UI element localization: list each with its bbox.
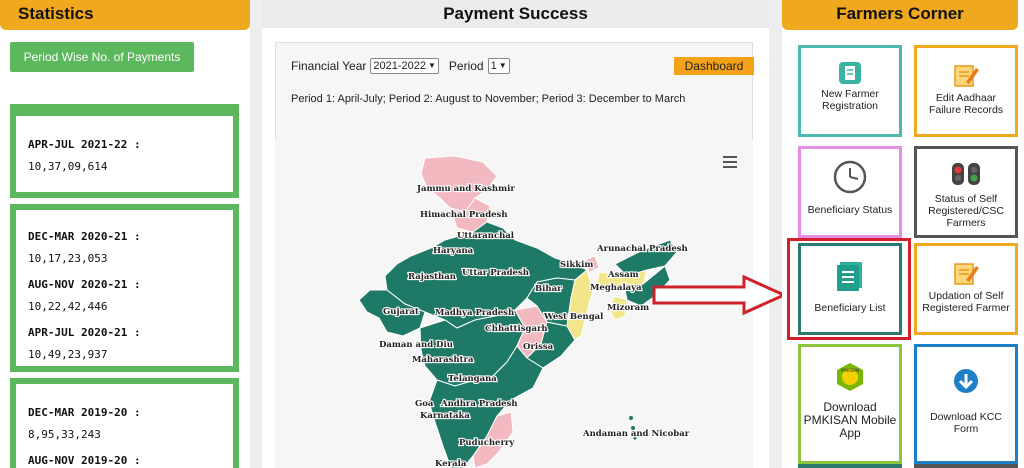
stat-label: DEC-MAR 2019-20 : <box>28 406 141 419</box>
map-label-rajasthan: Rajasthan <box>408 272 456 282</box>
map-label-maharashtra: Maharashtra <box>412 355 474 365</box>
next-card-edge <box>914 464 1018 468</box>
stat-value: 8,95,33,243 <box>28 428 101 441</box>
beneficiary-status-card[interactable]: Beneficiary Status <box>798 146 902 238</box>
statistics-title: Statistics <box>0 0 250 30</box>
edit-icon <box>954 65 979 87</box>
map-label-bihar: Bihar <box>535 284 562 294</box>
financial-year-value: 2021-2022 <box>373 60 426 72</box>
stat-label: APR-JUL 2020-21 : <box>28 326 141 339</box>
stat-label: AUG-NOV 2020-21 : <box>28 278 141 291</box>
stat-value: 10,37,09,614 <box>28 160 108 173</box>
hamburger-menu-icon[interactable] <box>723 156 737 168</box>
financial-year-label: Financial Year <box>291 59 367 73</box>
map-label-andaman: Andaman and Nicobar <box>582 429 690 439</box>
red-arrow-icon <box>652 275 788 315</box>
map-label-orissa: Orissa <box>523 342 554 352</box>
stat-value: 10,17,23,053 <box>28 252 108 265</box>
edit-icon <box>954 263 979 285</box>
card-label: Download PMKISAN Mobile App <box>803 400 897 440</box>
stat-box-1: APR-JUL 2021-22 : 10,37,09,614 <box>10 110 239 198</box>
card-label: Download KCC Form <box>930 411 1002 435</box>
map-label-assam: Assam <box>607 270 639 280</box>
stat-value: 10,49,23,937 <box>28 348 108 361</box>
period-value: 1 <box>490 60 497 72</box>
map-label-sikkim: Sikkim <box>560 260 593 270</box>
clock-icon <box>833 160 867 194</box>
map-label-telangana: Telangana <box>448 374 497 384</box>
traffic-light-icon <box>952 163 980 185</box>
updation-self-registered-card[interactable]: Updation of Self Registered Farmer <box>914 243 1018 335</box>
map-label-daman: Daman and Diu <box>379 340 453 350</box>
download-icon <box>954 369 978 393</box>
card-label: Status of Self Registered/CSC Farmers <box>928 193 1004 229</box>
map-label-mp: Madhya Pradesh <box>435 308 514 318</box>
map-label-arunachal: Arunachal Pradesh <box>596 244 688 254</box>
statistics-panel: Statistics Period Wise No. of Payments A… <box>0 0 250 468</box>
app-icon: PMKISAN <box>837 363 863 391</box>
edit-aadhaar-failure-card[interactable]: Edit Aadhaar Failure Records <box>914 45 1018 137</box>
filter-row: Financial Year 2021-2022 ▼ Period 1 ▼ <box>291 58 510 74</box>
period-label: Period <box>448 59 484 73</box>
map-label-meghalaya: Meghalaya <box>590 283 642 293</box>
svg-text:PMKISAN: PMKISAN <box>841 368 859 373</box>
map-label-karnataka: Karnataka <box>420 411 470 421</box>
map-label-uttaranchal: Uttaranchal <box>457 231 515 241</box>
map-label-kerala: Kerala <box>435 459 467 468</box>
map-label-ap: Andhra Pradesh <box>440 399 518 409</box>
period-select[interactable]: 1 ▼ <box>487 58 510 74</box>
new-farmer-registration-card[interactable]: New Farmer Registration <box>798 45 902 137</box>
status-self-registered-card[interactable]: Status of Self Registered/CSC Farmers <box>914 146 1018 238</box>
stat-box-2: DEC-MAR 2020-21 : 10,17,23,053 AUG-NOV 2… <box>10 204 239 372</box>
form-icon <box>839 62 861 84</box>
stat-label: DEC-MAR 2020-21 : <box>28 230 141 243</box>
period-wise-payments-button[interactable]: Period Wise No. of Payments <box>10 42 194 72</box>
stat-label: AUG-NOV 2019-20 : <box>28 454 141 467</box>
download-kcc-form-card[interactable]: Download KCC Form <box>914 344 1018 464</box>
map-label-mizoram: Mizoram <box>607 303 649 313</box>
payment-success-panel: Payment Success Financial Year 2021-2022… <box>262 0 769 468</box>
stat-label: APR-JUL 2021-22 : <box>28 138 141 151</box>
map-label-jk: Jammu and Kashmir <box>416 184 515 194</box>
map-label-hp: Himachal Pradesh <box>420 210 508 220</box>
chevron-down-icon: ▼ <box>498 61 507 70</box>
card-label: Updation of Self Registered Farmer <box>922 290 1010 314</box>
map-label-wb: West Bengal <box>543 312 604 322</box>
chevron-down-icon: ▼ <box>428 61 436 70</box>
next-card-edge <box>798 464 902 468</box>
payment-success-title: Payment Success <box>262 0 769 28</box>
card-label: Beneficiary Status <box>807 204 893 216</box>
map-label-chhattisgarh: Chhattisgarh <box>485 324 548 334</box>
financial-year-select[interactable]: 2021-2022 ▼ <box>370 58 439 74</box>
map-label-up: Uttar Pradesh <box>462 268 529 278</box>
stat-box-3: DEC-MAR 2019-20 : 8,95,33,243 AUG-NOV 20… <box>10 378 239 468</box>
beneficiary-list-highlight <box>787 238 911 340</box>
card-label: Edit Aadhaar Failure Records <box>928 92 1004 116</box>
filter-bar: Financial Year 2021-2022 ▼ Period 1 ▼ Da… <box>275 42 754 142</box>
map-label-gujarat: Gujarat <box>383 307 419 317</box>
farmers-corner-panel: Farmers Corner New Farmer Registration E… <box>782 0 1024 468</box>
map-label-haryana: Haryana <box>433 246 474 256</box>
dashboard-button[interactable]: Dashboard <box>674 57 754 75</box>
period-note: Period 1: April-July; Period 2: August t… <box>291 93 686 105</box>
farmers-corner-title: Farmers Corner <box>782 0 1018 30</box>
card-label: New Farmer Registration <box>821 88 879 112</box>
download-app-card[interactable]: PMKISAN Download PMKISAN Mobile App <box>798 344 902 464</box>
stat-value: 10,22,42,446 <box>28 300 108 313</box>
map-label-goa: Goa <box>415 399 434 409</box>
map-label-puducherry: Puducherry <box>459 438 515 448</box>
